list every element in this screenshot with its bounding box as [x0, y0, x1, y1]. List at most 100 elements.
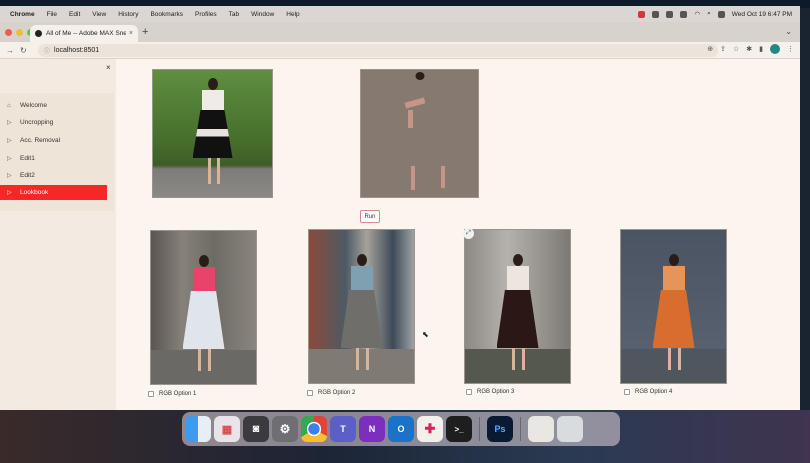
control-center-icon[interactable] — [717, 10, 725, 18]
option-4-photo[interactable] — [620, 229, 727, 384]
figure-dress — [496, 290, 539, 348]
figure-head — [512, 254, 523, 266]
app-sidebar: × ⌂ Welcome ▷ Uncropping ▷ Acc. Removal … — [0, 59, 116, 414]
option-1-checkbox[interactable] — [148, 391, 154, 397]
fullscreen-icon[interactable]: ⤢ — [463, 228, 474, 239]
option-2-label: RGB Option 2 — [318, 390, 356, 396]
figure-top — [350, 266, 373, 292]
wifi-icon[interactable]: ◠ — [694, 10, 700, 18]
trash-icon[interactable] — [557, 416, 583, 442]
chrome-icon[interactable] — [301, 416, 327, 442]
menubar-clock[interactable]: Wed Oct 19 6:47 PM — [732, 11, 792, 18]
option-2-checkbox[interactable] — [307, 390, 313, 396]
sidebar-item-edit2[interactable]: ▷ Edit2 — [0, 168, 107, 183]
profile-avatar[interactable] — [770, 44, 780, 54]
menu-help[interactable]: Help — [286, 11, 299, 18]
mask-leg — [441, 166, 445, 188]
sidebar-item-uncropping[interactable]: ▷ Uncropping — [0, 115, 107, 130]
run-button[interactable]: Run — [360, 210, 380, 223]
status-app-icon[interactable] — [680, 10, 688, 18]
favicon-icon — [35, 30, 42, 37]
finder-icon[interactable] — [185, 416, 211, 442]
mouse-cursor-icon: ⬉ — [422, 330, 429, 339]
browser-tab[interactable]: All of Me -- Adobe MAX Snea × — [30, 25, 138, 42]
option-3-photo[interactable] — [464, 229, 571, 384]
browser-tabstrip: All of Me -- Adobe MAX Snea × + ⌄ — [0, 22, 800, 42]
menu-bookmarks[interactable]: Bookmarks — [150, 11, 183, 18]
sidepanel-icon[interactable]: ▮ — [759, 45, 763, 53]
reload-icon[interactable]: ↻ — [20, 46, 27, 55]
teams-icon[interactable]: T — [330, 416, 356, 442]
extensions-icon[interactable]: ✱ — [746, 45, 752, 53]
option-2-photo[interactable] — [308, 229, 415, 384]
option-4[interactable]: RGB Option 4 — [624, 389, 672, 395]
close-sidebar-icon[interactable]: × — [106, 63, 111, 72]
slack-icon[interactable]: ✚ — [417, 416, 443, 442]
menu-app-name[interactable]: Chrome — [10, 11, 35, 18]
figure-head — [207, 78, 218, 90]
menu-profiles[interactable]: Profiles — [195, 11, 217, 18]
figure-leg — [512, 348, 515, 370]
close-tab-icon[interactable]: × — [129, 30, 133, 37]
menu-history[interactable]: History — [118, 11, 138, 18]
figure-dress — [192, 110, 233, 158]
option-4-checkbox[interactable] — [624, 389, 630, 395]
new-tab-button[interactable]: + — [142, 26, 148, 38]
figure-top — [506, 266, 529, 292]
close-window-icon[interactable] — [5, 29, 12, 36]
figure-leg — [522, 348, 525, 370]
menubar-status-area: ◠ ⌕ Wed Oct 19 6:47 PM — [638, 6, 792, 22]
triangle-right-icon: ▷ — [7, 190, 12, 196]
sidebar-item-welcome[interactable]: ⌂ Welcome — [0, 98, 107, 113]
status-app-icon[interactable] — [652, 10, 660, 18]
photoshop-icon[interactable]: Ps — [487, 416, 513, 442]
dock-separator — [479, 417, 480, 441]
launchpad-icon[interactable]: ▦ — [214, 416, 240, 442]
minimize-window-icon[interactable] — [16, 29, 23, 36]
menu-view[interactable]: View — [92, 11, 106, 18]
onenote-icon[interactable]: N — [359, 416, 385, 442]
option-3[interactable]: RGB Option 3 — [466, 389, 514, 395]
sidebar-item-acc-removal[interactable]: ▷ Acc. Removal — [0, 133, 107, 148]
screenshot-icon[interactable]: ◙ — [243, 416, 269, 442]
option-3-checkbox[interactable] — [466, 389, 472, 395]
bookmark-star-icon[interactable]: ☆ — [733, 45, 739, 53]
figure-leg — [668, 348, 671, 370]
settings-icon[interactable]: ⚙ — [272, 416, 298, 442]
photo-ground — [309, 349, 414, 383]
url-text[interactable]: localhost:8501 — [54, 47, 99, 54]
figure-dress — [340, 290, 383, 348]
terminal-icon[interactable]: >_ — [446, 416, 472, 442]
sidebar-item-label: Uncropping — [20, 119, 54, 126]
address-bar[interactable]: ⓘ localhost:8501 — [38, 44, 718, 57]
option-2[interactable]: RGB Option 2 — [307, 390, 355, 396]
option-1-photo[interactable] — [150, 230, 257, 385]
sidebar-item-lookbook[interactable]: ▷ Lookbook — [0, 185, 107, 200]
macos-dock: ▦ ◙ ⚙ T N O ✚ >_ Ps — [182, 412, 620, 446]
menu-edit[interactable]: Edit — [69, 11, 80, 18]
info-icon[interactable]: ⓘ — [44, 46, 50, 55]
menu-tab[interactable]: Tab — [229, 11, 239, 18]
figure-top — [192, 267, 215, 293]
triangle-right-icon: ▷ — [7, 156, 12, 162]
sidebar-item-label: Acc. Removal — [20, 137, 61, 144]
tab-search-icon[interactable]: ⌄ — [785, 27, 792, 36]
sidebar-item-label: Edit2 — [20, 172, 35, 179]
sidebar-item-label: Lookbook — [20, 189, 49, 196]
preview-icon[interactable] — [528, 416, 554, 442]
menu-file[interactable]: File — [47, 11, 57, 18]
option-3-label: RGB Option 3 — [477, 389, 515, 395]
record-icon[interactable] — [638, 10, 646, 18]
status-app-icon[interactable] — [666, 10, 674, 18]
search-icon[interactable]: ⌕ — [707, 10, 711, 18]
outlook-icon[interactable]: O — [388, 416, 414, 442]
figure-leg — [678, 348, 681, 370]
figure-leg — [208, 158, 211, 184]
option-1[interactable]: RGB Option 1 — [148, 391, 196, 397]
more-menu-icon[interactable]: ⋮ — [787, 45, 794, 53]
sidebar-item-edit1[interactable]: ▷ Edit1 — [0, 151, 107, 166]
zoom-icon[interactable]: ⊕ — [707, 45, 713, 53]
forward-icon[interactable]: → — [6, 46, 14, 55]
menu-window[interactable]: Window — [251, 11, 274, 18]
share-icon[interactable]: ⇪ — [720, 45, 726, 53]
